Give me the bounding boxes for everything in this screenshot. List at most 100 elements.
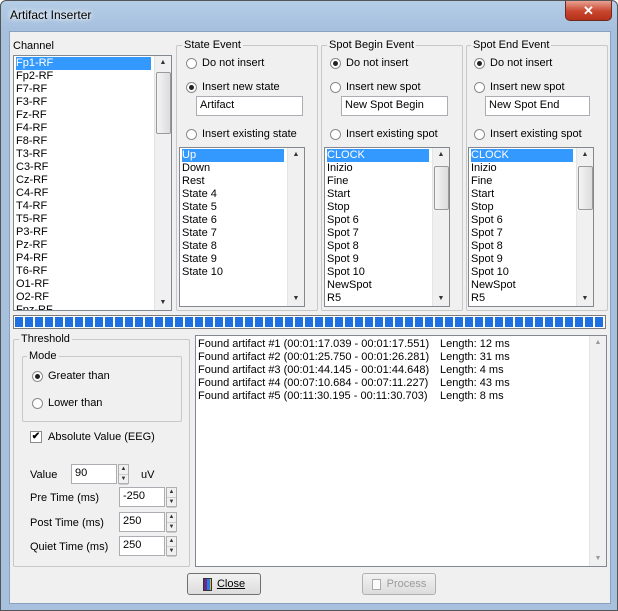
channel-list-item[interactable]: C3-RF (16, 161, 151, 174)
spot-begin-list-item[interactable]: Fine (327, 175, 429, 188)
quiet-time-input[interactable]: 250 (119, 536, 165, 556)
state-list-item[interactable]: Down (182, 162, 284, 175)
absolute-value-checkbox[interactable]: ✔ (30, 431, 42, 443)
spot-begin-new-name-input[interactable]: New Spot Begin (341, 96, 448, 116)
spot-begin-insert-existing-radio[interactable] (330, 129, 341, 140)
spin-up-icon[interactable]: ▲ (167, 513, 176, 523)
spot-end-list-item[interactable]: Stop (471, 201, 573, 214)
state-scrollbar[interactable]: ▲ ▼ (287, 148, 304, 306)
spot-begin-list-item[interactable]: NewSpot (327, 279, 429, 292)
channel-list-item[interactable]: Fpz-RF (16, 304, 151, 310)
scroll-down-arrow-icon[interactable]: ▼ (590, 552, 606, 566)
greater-than-label[interactable]: Greater than (48, 370, 110, 382)
state-list-item[interactable]: Up (181, 148, 285, 163)
state-list-item[interactable]: State 10 (182, 266, 284, 279)
state-insert-existing-label[interactable]: Insert existing state (202, 128, 297, 140)
state-list-item[interactable]: State 5 (182, 201, 284, 214)
channel-list-item[interactable]: P3-RF (16, 226, 151, 239)
spin-down-icon[interactable]: ▼ (167, 498, 176, 508)
channel-list-item[interactable]: O1-RF (16, 278, 151, 291)
state-insert-new-label[interactable]: Insert new state (202, 81, 280, 93)
spot-begin-list-item[interactable]: Spot 7 (327, 227, 429, 240)
channel-list-item[interactable]: F3-RF (16, 96, 151, 109)
spin-up-icon[interactable]: ▲ (119, 465, 128, 475)
pre-time-spinner[interactable]: ▲ ▼ (166, 487, 177, 508)
value-spinner[interactable]: ▲ ▼ (118, 464, 129, 485)
state-list-item[interactable]: State 9 (182, 253, 284, 266)
scroll-thumb[interactable] (156, 72, 171, 134)
state-listbox[interactable]: ▲ ▼ Up Down Rest State 4 State 5 State 6 State… (179, 147, 305, 307)
value-input[interactable]: 90 (71, 464, 117, 484)
state-list-item[interactable]: State 4 (182, 188, 284, 201)
channel-list-item[interactable]: Fz-RF (16, 109, 151, 122)
spot-begin-list-item[interactable]: Spot 6 (327, 214, 429, 227)
spin-down-icon[interactable]: ▼ (167, 523, 176, 533)
spot-end-new-name-input[interactable]: New Spot End (485, 96, 590, 116)
channel-listbox[interactable]: ▲ ▼ Fp1-RF Fp2-RF F7-RF F3-RF Fz-RF F4-RF F8-R… (13, 55, 172, 311)
channel-list-item[interactable]: T5-RF (16, 213, 151, 226)
channel-list-item[interactable]: F8-RF (16, 135, 151, 148)
state-list-item[interactable]: State 8 (182, 240, 284, 253)
channel-list-item[interactable]: T6-RF (16, 265, 151, 278)
spot-begin-do-not-insert-radio[interactable] (330, 58, 341, 69)
spot-begin-list-item[interactable]: Start (327, 188, 429, 201)
spot-end-list-item[interactable]: Spot 6 (471, 214, 573, 227)
spot-end-insert-new-radio[interactable] (474, 82, 485, 93)
spot-end-scrollbar[interactable]: ▲ ▼ (576, 148, 593, 306)
spot-end-insert-new-label[interactable]: Insert new spot (490, 81, 565, 93)
close-button[interactable]: Close (187, 573, 261, 595)
state-list-item[interactable]: State 6 (182, 214, 284, 227)
spot-end-listbox[interactable]: ▲ ▼ CLOCK Inizio Fine Start Stop Spot 6 Spot 7… (468, 147, 594, 307)
state-new-name-input[interactable]: Artifact (196, 96, 303, 116)
spot-end-list-item[interactable]: Start (471, 188, 573, 201)
spot-end-insert-existing-radio[interactable] (474, 129, 485, 140)
state-do-not-insert-radio[interactable] (186, 58, 197, 69)
spot-begin-do-not-insert-label[interactable]: Do not insert (346, 57, 408, 69)
spot-begin-list-item[interactable]: Spot 9 (327, 253, 429, 266)
channel-list-item[interactable]: T3-RF (16, 148, 151, 161)
scroll-thumb[interactable] (578, 166, 593, 210)
scroll-down-arrow-icon[interactable]: ▼ (577, 292, 593, 306)
channel-list-item[interactable]: T4-RF (16, 200, 151, 213)
spot-end-list-item[interactable]: Spot 7 (471, 227, 573, 240)
greater-than-radio[interactable] (32, 371, 43, 382)
channel-scrollbar[interactable]: ▲ ▼ (154, 56, 171, 310)
spot-end-do-not-insert-radio[interactable] (474, 58, 485, 69)
spot-begin-list-item[interactable]: CLOCK (326, 148, 430, 163)
channel-list-item[interactable]: Fp1-RF (15, 56, 152, 71)
spot-end-do-not-insert-label[interactable]: Do not insert (490, 57, 552, 69)
spot-begin-insert-existing-label[interactable]: Insert existing spot (346, 128, 438, 140)
spot-begin-list-item[interactable]: R5 (327, 292, 429, 305)
results-log[interactable]: ▲ ▼ Found artifact #1 (00:01:17.039 - 00… (195, 335, 607, 567)
log-scrollbar[interactable]: ▲ ▼ (589, 336, 606, 566)
lower-than-label[interactable]: Lower than (48, 397, 102, 409)
post-time-spinner[interactable]: ▲ ▼ (166, 512, 177, 533)
scroll-up-arrow-icon[interactable]: ▲ (288, 148, 304, 162)
spot-begin-listbox[interactable]: ▲ ▼ CLOCK Inizio Fine Start Stop Spot 6 Spot 7… (324, 147, 450, 307)
scroll-up-arrow-icon[interactable]: ▲ (577, 148, 593, 162)
window-close-button[interactable]: ✕ (565, 1, 612, 21)
spot-end-insert-existing-label[interactable]: Insert existing spot (490, 128, 582, 140)
spot-end-list-item[interactable]: Inizio (471, 162, 573, 175)
spot-begin-list-item[interactable]: Stop (327, 201, 429, 214)
channel-list-item[interactable]: F7-RF (16, 83, 151, 96)
spot-end-list-item[interactable]: Spot 8 (471, 240, 573, 253)
spin-up-icon[interactable]: ▲ (167, 537, 176, 547)
scroll-down-arrow-icon[interactable]: ▼ (155, 296, 171, 310)
spot-begin-scrollbar[interactable]: ▲ ▼ (432, 148, 449, 306)
scroll-up-arrow-icon[interactable]: ▲ (433, 148, 449, 162)
spot-end-list-item[interactable]: CLOCK (470, 148, 574, 163)
scroll-up-arrow-icon[interactable]: ▲ (590, 336, 606, 350)
state-insert-existing-radio[interactable] (186, 129, 197, 140)
channel-list-item[interactable]: Fp2-RF (16, 70, 151, 83)
spot-end-list-item[interactable]: Spot 9 (471, 253, 573, 266)
spin-down-icon[interactable]: ▼ (167, 547, 176, 557)
spot-begin-list-item[interactable]: Inizio (327, 162, 429, 175)
scroll-down-arrow-icon[interactable]: ▼ (433, 292, 449, 306)
spot-begin-insert-new-label[interactable]: Insert new spot (346, 81, 421, 93)
spot-begin-list-item[interactable]: Spot 10 (327, 266, 429, 279)
absolute-value-label[interactable]: Absolute Value (EEG) (48, 431, 155, 443)
state-list-item[interactable]: Rest (182, 175, 284, 188)
channel-list-item[interactable]: F4-RF (16, 122, 151, 135)
spot-end-list-item[interactable]: Spot 10 (471, 266, 573, 279)
